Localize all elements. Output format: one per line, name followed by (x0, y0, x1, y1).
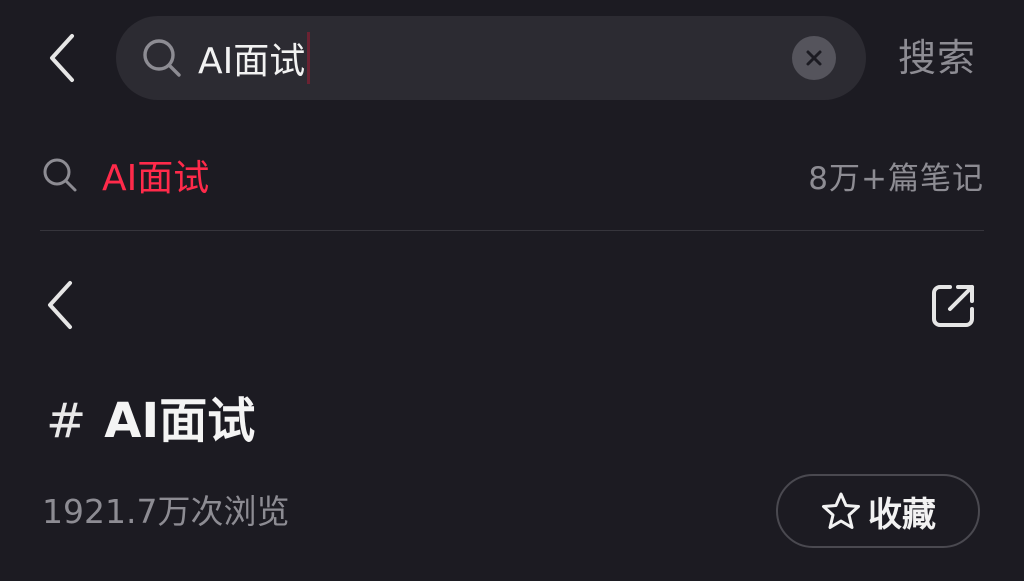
view-count: 1921.7万次浏览 (42, 492, 290, 531)
search-button[interactable]: 搜索 (898, 30, 976, 86)
share-button[interactable] (922, 276, 984, 336)
close-icon (806, 50, 822, 66)
topic-title-text: AI面试 (104, 393, 256, 449)
hashtag-symbol: # (46, 393, 87, 449)
favorite-label: 收藏 (868, 494, 936, 535)
chevron-left-icon (48, 281, 72, 329)
search-box[interactable]: AI面试 (116, 16, 866, 100)
chevron-left-icon (50, 34, 74, 82)
search-input[interactable]: AI面试 (198, 28, 792, 88)
star-icon (820, 490, 862, 532)
clear-search-button[interactable] (792, 36, 836, 80)
search-icon (40, 155, 80, 195)
suggestion-note-count: 8万+篇笔记 (808, 160, 984, 197)
topic-title: # AI面试 (46, 388, 255, 454)
share-icon (932, 285, 974, 327)
divider (40, 230, 984, 231)
search-icon (140, 36, 184, 80)
favorite-button[interactable]: 收藏 (776, 474, 980, 548)
search-page: AI面试 搜索 AI面试 8万+篇笔记 # AI面试 1921.7万次浏览 收藏 (0, 0, 1024, 581)
back-button[interactable] (40, 28, 84, 88)
search-suggestion-item[interactable]: AI面试 8万+篇笔记 (40, 140, 984, 210)
text-caret (307, 32, 311, 84)
suggestion-text: AI面试 (102, 158, 210, 199)
topic-back-button[interactable] (36, 274, 84, 336)
search-input-value: AI面试 (198, 41, 306, 82)
